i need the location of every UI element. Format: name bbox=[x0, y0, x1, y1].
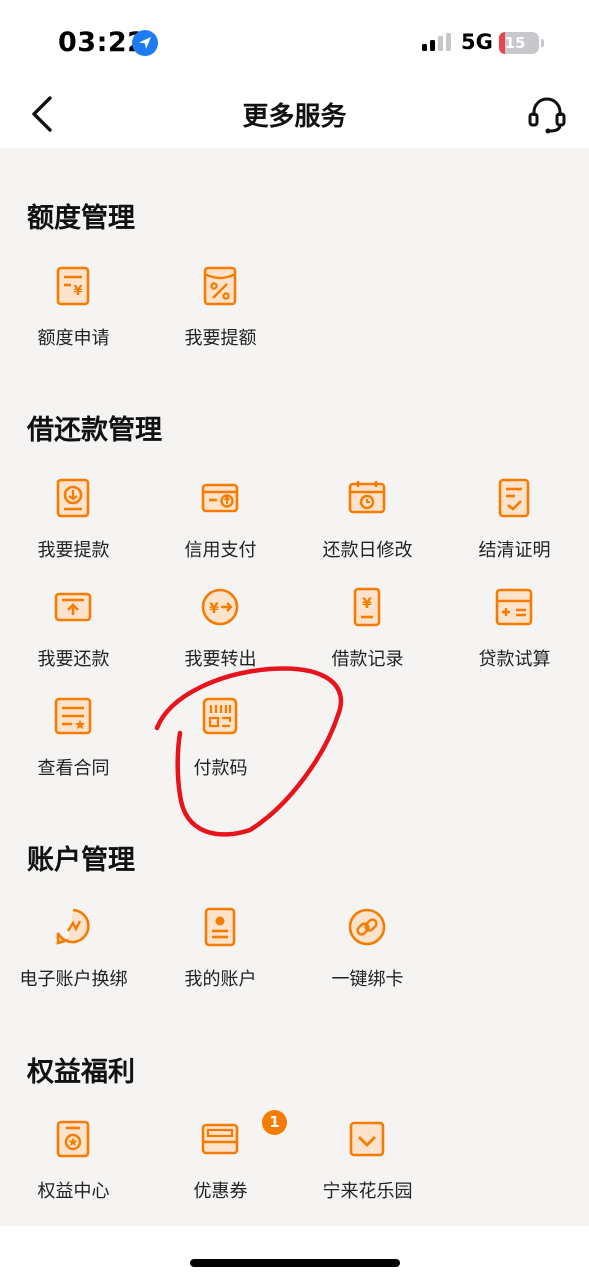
svg-text:¥: ¥ bbox=[73, 284, 82, 299]
service-item-my-account[interactable]: 我的账户 bbox=[147, 907, 294, 1007]
service-label: 我要还款 bbox=[37, 649, 110, 670]
service-item-repay[interactable]: 我要还款 bbox=[0, 587, 147, 687]
service-label: 额度申请 bbox=[37, 328, 110, 349]
raise-quota-icon bbox=[203, 266, 237, 306]
red-annotation-circle bbox=[154, 666, 344, 837]
service-label: 我要提额 bbox=[184, 328, 257, 349]
service-label: 还款日修改 bbox=[322, 540, 413, 561]
headset-icon bbox=[528, 97, 566, 134]
battery-icon: 15 bbox=[499, 32, 539, 54]
repay-icon bbox=[54, 592, 92, 622]
service-label: 查看合同 bbox=[37, 758, 110, 779]
transfer-out-icon: ¥ bbox=[201, 588, 239, 626]
svg-text:¥: ¥ bbox=[209, 601, 219, 617]
location-arrow-icon bbox=[132, 30, 158, 56]
service-item-bind-card[interactable]: 一键绑卡 bbox=[294, 907, 441, 1007]
service-item-repay-date[interactable]: 还款日修改 bbox=[294, 478, 441, 578]
service-item-quota-apply[interactable]: ¥ 额度申请 bbox=[0, 266, 147, 366]
service-label: 我要提款 bbox=[37, 540, 110, 561]
my-account-icon bbox=[204, 907, 236, 947]
service-label: 优惠券 bbox=[193, 1181, 248, 1202]
status-bar: 03:22 5G 15 bbox=[0, 0, 589, 88]
bottom-safe-area bbox=[0, 1226, 589, 1278]
service-item-credit-pay[interactable]: 信用支付 bbox=[147, 478, 294, 578]
battery-level: 15 bbox=[504, 34, 526, 52]
service-item-loan-calculator[interactable]: 贷款试算 bbox=[441, 587, 588, 687]
service-item-contract[interactable]: 查看合同 bbox=[0, 696, 147, 796]
svg-text:¥: ¥ bbox=[362, 596, 372, 612]
credit-pay-icon bbox=[201, 483, 239, 513]
service-label: 贷款试算 bbox=[478, 649, 551, 670]
park-icon bbox=[349, 1121, 385, 1157]
service-label: 结清证明 bbox=[478, 540, 551, 561]
service-label: 权益中心 bbox=[37, 1181, 110, 1202]
section-title-benefits: 权益福利 bbox=[27, 1057, 135, 1088]
battery-cap bbox=[541, 39, 544, 47]
benefit-center-icon bbox=[56, 1120, 90, 1158]
service-item-raise-quota[interactable]: 我要提额 bbox=[147, 266, 294, 366]
page-title: 更多服务 bbox=[242, 102, 347, 132]
service-label: 信用支付 bbox=[184, 540, 257, 561]
service-label: 我的账户 bbox=[184, 969, 257, 990]
bind-card-icon bbox=[348, 908, 386, 946]
section-title-account: 账户管理 bbox=[27, 845, 135, 876]
service-item-withdraw[interactable]: 我要提款 bbox=[0, 478, 147, 578]
service-label: 一键绑卡 bbox=[331, 969, 404, 990]
home-indicator[interactable] bbox=[190, 1259, 400, 1267]
section-title-loan: 借还款管理 bbox=[27, 415, 162, 446]
customer-service-button[interactable] bbox=[526, 94, 568, 136]
service-item-park[interactable]: 宁来花乐园 bbox=[294, 1119, 441, 1219]
loan-calculator-icon bbox=[495, 588, 533, 626]
rebind-account-icon bbox=[56, 908, 90, 945]
section-title-quota: 额度管理 bbox=[27, 203, 135, 234]
signal-icon bbox=[422, 33, 451, 51]
loan-record-icon: ¥ bbox=[353, 587, 381, 627]
coupon-icon bbox=[201, 1123, 239, 1155]
service-label: 宁来花乐园 bbox=[322, 1181, 413, 1202]
coupon-count-badge: 1 bbox=[262, 1110, 287, 1135]
service-item-rebind-account[interactable]: 电子账户换绑 bbox=[0, 907, 147, 1007]
service-item-settlement[interactable]: 结清证明 bbox=[441, 478, 588, 578]
repay-date-icon bbox=[348, 481, 386, 514]
quota-apply-icon: ¥ bbox=[56, 266, 90, 306]
service-item-benefit-center[interactable]: 权益中心 bbox=[0, 1119, 147, 1219]
nav-bar: 更多服务 bbox=[0, 88, 589, 148]
network-type: 5G bbox=[461, 30, 493, 54]
settlement-icon bbox=[498, 478, 530, 518]
withdraw-icon bbox=[56, 478, 90, 518]
contract-icon bbox=[54, 697, 92, 735]
service-label: 电子账户换绑 bbox=[19, 969, 128, 990]
